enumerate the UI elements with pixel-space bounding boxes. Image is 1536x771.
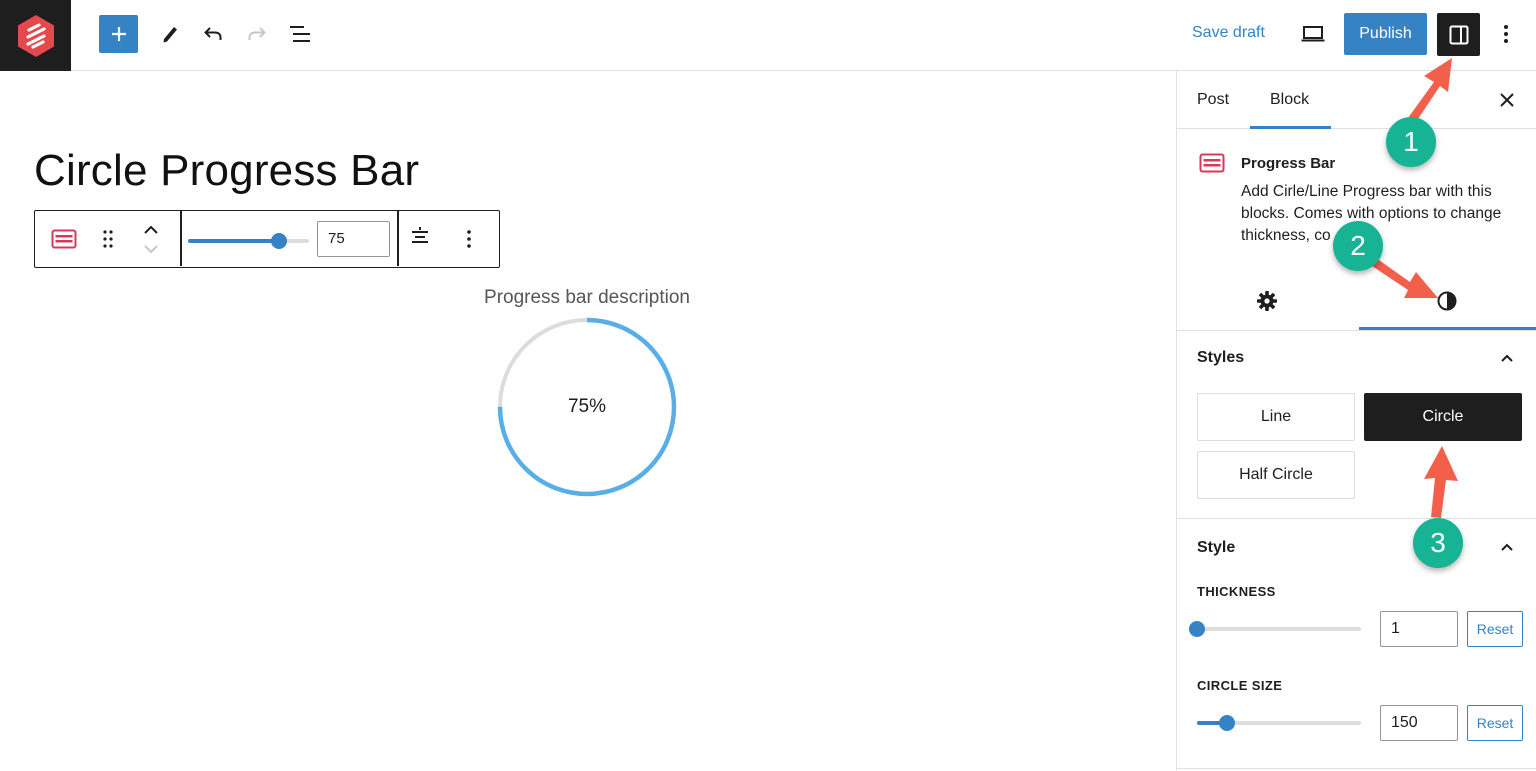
redo-button[interactable] <box>243 20 271 48</box>
block-card-description: Add Cirle/Line Progress bar with this bl… <box>1241 183 1502 244</box>
drag-handle-icon <box>103 230 113 248</box>
progress-value-slider-fill <box>188 239 279 243</box>
preview-button[interactable] <box>1299 20 1327 48</box>
settings-sidebar: Post Block Progress Bar Add Cirle/Line P… <box>1176 71 1536 771</box>
close-icon <box>1500 93 1514 107</box>
thickness-slider[interactable] <box>1189 621 1361 637</box>
annotation-badge-1: 1 <box>1386 117 1436 167</box>
toolbar-divider <box>397 211 399 266</box>
add-block-button[interactable] <box>99 15 138 53</box>
editor-app: Save draft Publish Circle Progress Bar 7… <box>0 0 1536 771</box>
save-draft-button[interactable]: Save draft <box>1192 24 1265 42</box>
thickness-slider-thumb[interactable] <box>1189 621 1205 637</box>
brand-logo-icon <box>17 14 54 57</box>
circle-progress-label: 75% <box>567 396 607 417</box>
site-logo[interactable] <box>0 0 71 71</box>
settings-toggle-button[interactable] <box>1437 13 1480 56</box>
more-options-button[interactable] <box>1494 20 1518 48</box>
tools-button[interactable] <box>156 20 184 48</box>
panel-divider <box>1177 768 1536 769</box>
document-overview-button[interactable] <box>286 20 314 48</box>
circle-progress-bar[interactable]: 75% <box>496 316 678 498</box>
circle-size-label: CIRCLE SIZE <box>1197 678 1283 693</box>
chevron-down-icon <box>144 245 158 254</box>
thickness-input[interactable]: 1 <box>1380 611 1458 647</box>
circle-size-slider-thumb[interactable] <box>1219 715 1235 731</box>
vertical-ellipsis-icon <box>467 230 471 248</box>
thickness-reset-button[interactable]: Reset <box>1467 611 1523 647</box>
sidebar-tabs: Post Block <box>1177 71 1536 129</box>
progress-value-slider-thumb[interactable] <box>271 233 287 249</box>
styles-panel-title[interactable]: Styles <box>1197 349 1244 367</box>
post-title[interactable]: Circle Progress Bar <box>34 146 419 196</box>
panel-divider <box>1177 518 1536 519</box>
undo-icon <box>204 27 222 40</box>
undo-button[interactable] <box>199 20 227 48</box>
drag-handle[interactable] <box>97 225 119 253</box>
style-panel-title[interactable]: Style <box>1197 539 1235 557</box>
move-down-button[interactable] <box>140 241 162 257</box>
block-type-button[interactable] <box>49 225 79 253</box>
block-card-title: Progress Bar <box>1241 155 1336 172</box>
toolbar-divider <box>180 211 182 266</box>
publish-button[interactable]: Publish <box>1344 13 1427 55</box>
annotation-badge-3: 3 <box>1413 518 1463 568</box>
chevron-up-icon <box>1501 543 1513 551</box>
top-toolbar: Save draft Publish <box>0 0 1536 71</box>
circle-size-slider[interactable] <box>1197 715 1361 731</box>
block-icon <box>1199 153 1225 178</box>
block-options-button[interactable] <box>459 225 479 253</box>
chevron-up-icon <box>1501 354 1513 362</box>
contrast-icon <box>1437 291 1457 311</box>
inspector-tabs <box>1177 271 1536 331</box>
chevron-up-icon <box>144 225 158 234</box>
progress-value-slider[interactable] <box>188 233 309 249</box>
tab-post[interactable]: Post <box>1197 91 1229 109</box>
annotation-badge-2: 2 <box>1333 221 1383 271</box>
redo-icon <box>248 27 266 40</box>
align-center-icon <box>412 227 428 243</box>
styles-panel-toggle[interactable] <box>1499 350 1515 366</box>
circle-size-reset-button[interactable]: Reset <box>1467 705 1523 741</box>
move-up-button[interactable] <box>140 221 162 239</box>
plus-icon <box>111 27 126 41</box>
close-sidebar-button[interactable] <box>1496 89 1518 111</box>
style-option-circle[interactable]: Circle <box>1364 393 1522 441</box>
style-option-half-circle[interactable]: Half Circle <box>1197 451 1355 499</box>
block-toolbar: 75 <box>34 210 500 268</box>
active-inspector-tab-indicator <box>1359 327 1536 330</box>
progress-bar-block-icon <box>51 229 77 249</box>
gear-icon <box>1257 291 1277 311</box>
tab-styles[interactable] <box>1357 271 1536 331</box>
style-panel-toggle[interactable] <box>1499 539 1515 555</box>
circle-size-input[interactable]: 150 <box>1380 705 1458 741</box>
align-button[interactable] <box>407 223 433 249</box>
list-view-icon <box>290 26 310 42</box>
thickness-label: THICKNESS <box>1197 584 1276 599</box>
pencil-icon <box>163 27 177 43</box>
style-option-line[interactable]: Line <box>1197 393 1355 441</box>
active-tab-indicator <box>1250 126 1331 129</box>
progress-bar-block-icon <box>1199 153 1225 173</box>
sidebar-panel-icon <box>1449 25 1468 44</box>
tab-settings[interactable] <box>1177 271 1357 331</box>
progress-value-input[interactable]: 75 <box>317 221 390 257</box>
desktop-preview-icon <box>1301 26 1325 42</box>
vertical-ellipsis-icon <box>1504 25 1508 43</box>
tab-block[interactable]: Block <box>1270 91 1309 109</box>
progress-bar-description[interactable]: Progress bar description <box>0 287 1174 309</box>
